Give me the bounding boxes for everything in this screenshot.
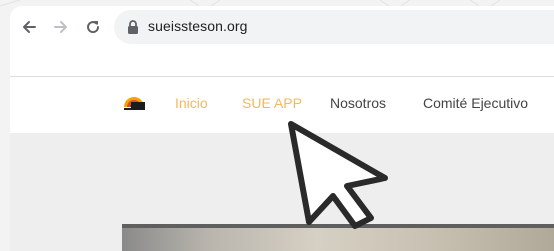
website-viewport: Inicio SUE APP Nosotros Comité Ejecutivo — [10, 48, 554, 251]
nav-item-inicio[interactable]: Inicio — [175, 95, 208, 111]
address-bar[interactable]: sueissteson.org — [114, 10, 554, 44]
forward-button[interactable] — [50, 16, 72, 38]
browser-toolbar: sueissteson.org — [10, 6, 554, 48]
nav-item-comite-ejecutivo[interactable]: Comité Ejecutivo — [423, 95, 528, 111]
reload-button[interactable] — [82, 16, 104, 38]
arrow-left-icon — [23, 21, 36, 33]
mouse-pointer-icon — [288, 121, 388, 229]
site-navbar: Inicio SUE APP Nosotros Comité Ejecutivo — [10, 77, 554, 133]
nav-item-sue-app[interactable]: SUE APP — [242, 95, 302, 111]
lock-icon — [128, 20, 138, 34]
back-button[interactable] — [18, 16, 40, 38]
arrow-right-icon — [54, 21, 67, 33]
nav-item-nosotros[interactable]: Nosotros — [330, 95, 386, 111]
url-text: sueissteson.org — [148, 18, 248, 34]
header-spacer — [10, 48, 554, 76]
sue-logo[interactable] — [122, 93, 146, 111]
screenshot: sueissteson.org Inicio SUE APP Nosotros … — [0, 0, 554, 251]
reload-icon — [87, 21, 100, 34]
